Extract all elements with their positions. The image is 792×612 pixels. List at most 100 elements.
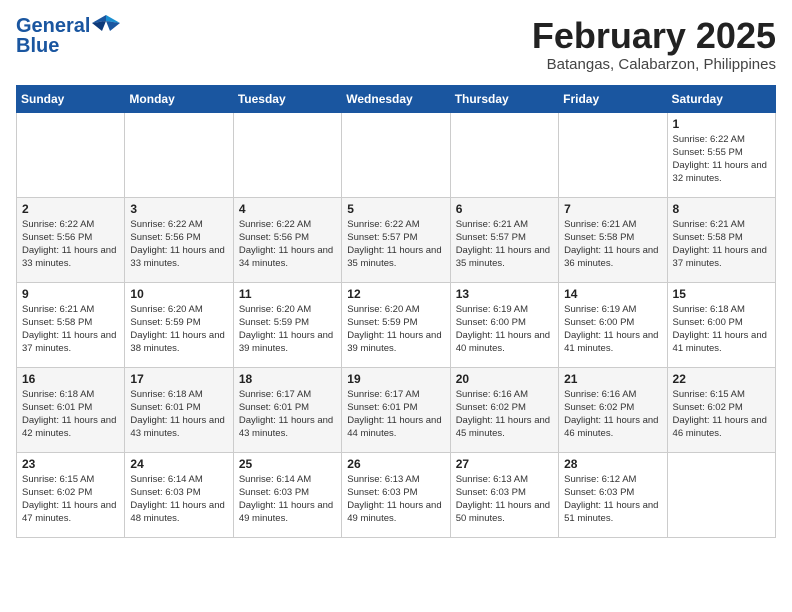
calendar-cell: 11Sunrise: 6:20 AMSunset: 5:59 PMDayligh…: [233, 282, 341, 367]
day-info: Sunrise: 6:22 AMSunset: 5:56 PMDaylight:…: [239, 218, 336, 271]
bird-icon: [92, 13, 120, 35]
day-info: Sunrise: 6:21 AMSunset: 5:58 PMDaylight:…: [673, 218, 770, 271]
calendar-cell: 28Sunrise: 6:12 AMSunset: 6:03 PMDayligh…: [559, 452, 667, 537]
day-info: Sunrise: 6:21 AMSunset: 5:58 PMDaylight:…: [564, 218, 661, 271]
day-info: Sunrise: 6:22 AMSunset: 5:55 PMDaylight:…: [673, 133, 770, 186]
calendar-cell: 3 Sunrise: 6:22 AMSunset: 5:56 PMDaylight…: [125, 197, 233, 282]
day-number: 16: [22, 372, 119, 386]
day-number: 12: [347, 287, 444, 301]
day-info: Sunrise: 6:18 AMSunset: 6:01 PMDaylight:…: [22, 388, 119, 441]
day-info: Sunrise: 6:21 AMSunset: 5:58 PMDaylight:…: [22, 303, 119, 356]
day-number: 1: [673, 117, 770, 131]
calendar-cell: [450, 112, 558, 197]
day-info: Sunrise: 6:13 AMSunset: 6:03 PMDaylight:…: [347, 473, 444, 526]
calendar: SundayMondayTuesdayWednesdayThursdayFrid…: [16, 85, 776, 538]
calendar-cell: 1 Sunrise: 6:22 AMSunset: 5:55 PMDaylight…: [667, 112, 775, 197]
weekday-header-sunday: Sunday: [17, 85, 125, 112]
day-info: Sunrise: 6:15 AMSunset: 6:02 PMDaylight:…: [673, 388, 770, 441]
day-number: 8: [673, 202, 770, 216]
day-number: 14: [564, 287, 661, 301]
day-info: Sunrise: 6:20 AMSunset: 5:59 PMDaylight:…: [130, 303, 227, 356]
day-number: 5: [347, 202, 444, 216]
calendar-cell: 15 Sunrise: 6:18 AMSunset: 6:00 PMDayligh…: [667, 282, 775, 367]
weekday-header-thursday: Thursday: [450, 85, 558, 112]
month-title: February 2025: [532, 16, 776, 56]
calendar-cell: 2 Sunrise: 6:22 AMSunset: 5:56 PMDaylight…: [17, 197, 125, 282]
day-number: 3: [130, 202, 227, 216]
day-number: 7: [564, 202, 661, 216]
day-info: Sunrise: 6:22 AMSunset: 5:56 PMDaylight:…: [22, 218, 119, 271]
day-info: Sunrise: 6:19 AMSunset: 6:00 PMDaylight:…: [564, 303, 661, 356]
calendar-cell: 8 Sunrise: 6:21 AMSunset: 5:58 PMDaylight…: [667, 197, 775, 282]
calendar-cell: 12 Sunrise: 6:20 AMSunset: 5:59 PMDayligh…: [342, 282, 450, 367]
day-number: 17: [130, 372, 227, 386]
calendar-cell: 18 Sunrise: 6:17 AMSunset: 6:01 PMDayligh…: [233, 367, 341, 452]
calendar-cell: 7 Sunrise: 6:21 AMSunset: 5:58 PMDaylight…: [559, 197, 667, 282]
calendar-cell: 25Sunrise: 6:14 AMSunset: 6:03 PMDayligh…: [233, 452, 341, 537]
calendar-cell: 19 Sunrise: 6:17 AMSunset: 6:01 PMDayligh…: [342, 367, 450, 452]
calendar-cell: 6 Sunrise: 6:21 AMSunset: 5:57 PMDaylight…: [450, 197, 558, 282]
day-number: 18: [239, 372, 336, 386]
calendar-cell: 27 Sunrise: 6:13 AMSunset: 6:03 PMDayligh…: [450, 452, 558, 537]
day-info: Sunrise: 6:19 AMSunset: 6:00 PMDaylight:…: [456, 303, 553, 356]
day-info: Sunrise: 6:13 AMSunset: 6:03 PMDaylight:…: [456, 473, 553, 526]
calendar-cell: [559, 112, 667, 197]
calendar-cell: 20 Sunrise: 6:16 AMSunset: 6:02 PMDayligh…: [450, 367, 558, 452]
calendar-cell: [233, 112, 341, 197]
day-number: 20: [456, 372, 553, 386]
day-info: Sunrise: 6:14 AMSunset: 6:03 PMDaylight:…: [130, 473, 227, 526]
day-info: Sunrise: 6:12 AMSunset: 6:03 PMDaylight:…: [564, 473, 661, 526]
day-number: 21: [564, 372, 661, 386]
day-info: Sunrise: 6:17 AMSunset: 6:01 PMDaylight:…: [239, 388, 336, 441]
calendar-cell: 24Sunrise: 6:14 AMSunset: 6:03 PMDayligh…: [125, 452, 233, 537]
calendar-cell: 16 Sunrise: 6:18 AMSunset: 6:01 PMDayligh…: [17, 367, 125, 452]
calendar-cell: 17 Sunrise: 6:18 AMSunset: 6:01 PMDayligh…: [125, 367, 233, 452]
location-title: Batangas, Calabarzon, Philippines: [532, 56, 776, 73]
calendar-cell: 22 Sunrise: 6:15 AMSunset: 6:02 PMDayligh…: [667, 367, 775, 452]
day-number: 9: [22, 287, 119, 301]
weekday-header-monday: Monday: [125, 85, 233, 112]
day-number: 15: [673, 287, 770, 301]
calendar-cell: 13Sunrise: 6:19 AMSunset: 6:00 PMDayligh…: [450, 282, 558, 367]
calendar-cell: 23 Sunrise: 6:15 AMSunset: 6:02 PMDayligh…: [17, 452, 125, 537]
day-info: Sunrise: 6:21 AMSunset: 5:57 PMDaylight:…: [456, 218, 553, 271]
calendar-cell: [125, 112, 233, 197]
day-info: Sunrise: 6:22 AMSunset: 5:56 PMDaylight:…: [130, 218, 227, 271]
weekday-header-saturday: Saturday: [667, 85, 775, 112]
day-info: Sunrise: 6:17 AMSunset: 6:01 PMDaylight:…: [347, 388, 444, 441]
day-number: 11: [239, 287, 336, 301]
day-number: 2: [22, 202, 119, 216]
calendar-week-3: 9 Sunrise: 6:21 AMSunset: 5:58 PMDaylight…: [17, 282, 776, 367]
day-info: Sunrise: 6:22 AMSunset: 5:57 PMDaylight:…: [347, 218, 444, 271]
calendar-cell: [17, 112, 125, 197]
header: General Blue February 2025 Batangas, Cal…: [16, 16, 776, 73]
day-info: Sunrise: 6:16 AMSunset: 6:02 PMDaylight:…: [564, 388, 661, 441]
day-number: 4: [239, 202, 336, 216]
logo-general-text: General: [16, 16, 90, 36]
day-info: Sunrise: 6:15 AMSunset: 6:02 PMDaylight:…: [22, 473, 119, 526]
day-number: 27: [456, 457, 553, 471]
weekday-header-tuesday: Tuesday: [233, 85, 341, 112]
calendar-cell: [667, 452, 775, 537]
day-info: Sunrise: 6:16 AMSunset: 6:02 PMDaylight:…: [456, 388, 553, 441]
calendar-cell: 14 Sunrise: 6:19 AMSunset: 6:00 PMDayligh…: [559, 282, 667, 367]
day-number: 23: [22, 457, 119, 471]
calendar-week-5: 23 Sunrise: 6:15 AMSunset: 6:02 PMDayligh…: [17, 452, 776, 537]
day-info: Sunrise: 6:18 AMSunset: 6:01 PMDaylight:…: [130, 388, 227, 441]
day-info: Sunrise: 6:20 AMSunset: 5:59 PMDaylight:…: [347, 303, 444, 356]
logo-blue-text: Blue: [16, 36, 120, 56]
calendar-week-4: 16 Sunrise: 6:18 AMSunset: 6:01 PMDayligh…: [17, 367, 776, 452]
weekday-header-friday: Friday: [559, 85, 667, 112]
day-info: Sunrise: 6:14 AMSunset: 6:03 PMDaylight:…: [239, 473, 336, 526]
calendar-cell: 9 Sunrise: 6:21 AMSunset: 5:58 PMDaylight…: [17, 282, 125, 367]
day-number: 26: [347, 457, 444, 471]
calendar-cell: 21 Sunrise: 6:16 AMSunset: 6:02 PMDayligh…: [559, 367, 667, 452]
title-area: February 2025 Batangas, Calabarzon, Phil…: [532, 16, 776, 73]
calendar-cell: 10Sunrise: 6:20 AMSunset: 5:59 PMDayligh…: [125, 282, 233, 367]
day-number: 6: [456, 202, 553, 216]
day-number: 19: [347, 372, 444, 386]
day-number: 22: [673, 372, 770, 386]
calendar-week-1: 1 Sunrise: 6:22 AMSunset: 5:55 PMDaylight…: [17, 112, 776, 197]
day-info: Sunrise: 6:18 AMSunset: 6:00 PMDaylight:…: [673, 303, 770, 356]
calendar-cell: [342, 112, 450, 197]
